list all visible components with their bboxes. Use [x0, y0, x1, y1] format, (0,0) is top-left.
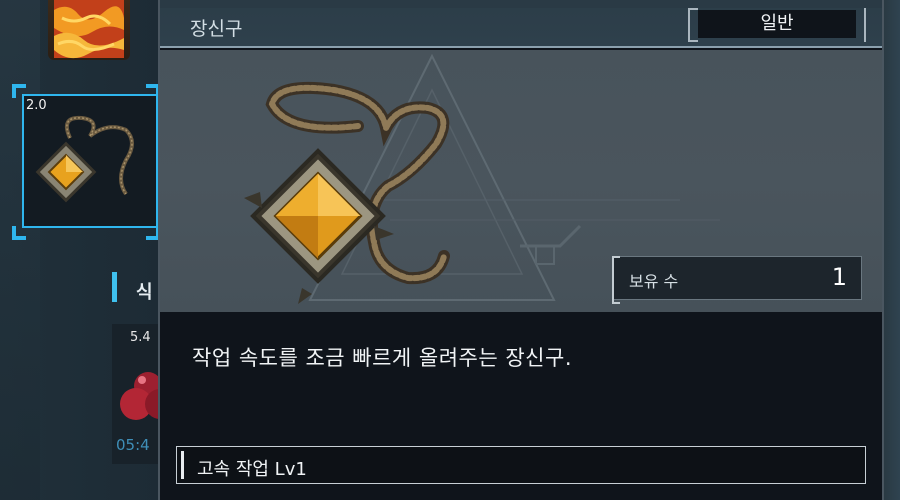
- tooltip-header: 장신구 일반: [160, 0, 882, 48]
- section-label: 식: [136, 282, 153, 303]
- slot-badge: 5.4: [130, 330, 151, 345]
- pendant-icon: [35, 115, 134, 203]
- pendant-icon: [244, 81, 450, 304]
- section-accent: [112, 272, 117, 302]
- item-art-area: 보유 수 1: [160, 50, 882, 312]
- flame-scroll-icon: [54, 0, 124, 59]
- owned-count-box: 보유 수 1: [612, 256, 862, 304]
- grade-label: 일반: [698, 10, 856, 38]
- slot-timer: 05:4: [116, 436, 150, 454]
- game-screen: 2.0 식 5.4 05:4 27 장신구 일반: [0, 0, 900, 500]
- inventory-slot-top[interactable]: [48, 0, 130, 60]
- owned-label: 보유 수: [629, 272, 679, 291]
- background-edge: [884, 0, 900, 500]
- owned-value: 1: [831, 263, 847, 291]
- item-category: 장신구: [190, 18, 243, 40]
- item-tooltip: 장신구 일반 보유 수 1 작업 속도를 조금 빠르게 올려주는 장신구. 고속…: [158, 0, 884, 500]
- item-description: 작업 속도를 조금 빠르게 올려주는 장신구.: [192, 346, 572, 370]
- passive-skill-label: 고속 작업 Lv1: [197, 459, 307, 480]
- grade-badge: 일반: [688, 8, 866, 42]
- passive-skill-row[interactable]: 고속 작업 Lv1: [176, 446, 866, 484]
